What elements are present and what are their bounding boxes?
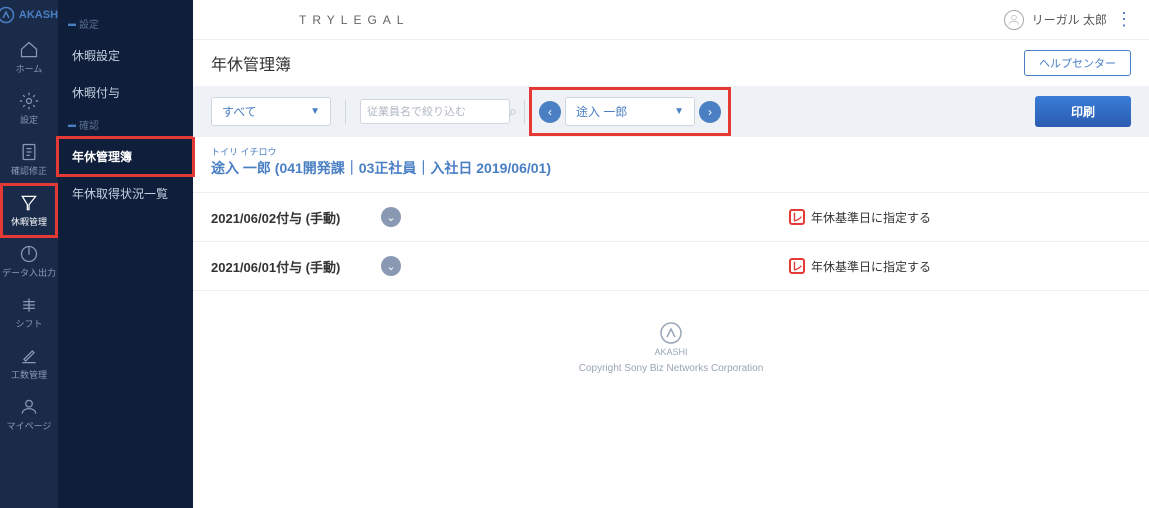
copyright: Copyright Sony Biz Networks Corporation (193, 363, 1149, 374)
edit-icon (19, 346, 39, 366)
nav-work-mgmt[interactable]: 工数管理 (0, 338, 58, 389)
sub-item-annual-leave-status[interactable]: 年休取得状況一覧 (58, 175, 193, 212)
shift-icon (19, 295, 39, 315)
expand-button[interactable]: ⌄ (381, 256, 401, 276)
sub-group-confirm-label: 確認 (58, 111, 193, 138)
employee-picker: ‹ 途入 一郎 ▼ › (539, 97, 721, 126)
expand-button[interactable]: ⌄ (381, 207, 401, 227)
sidebar-sub: 設定 休暇設定 休暇付与 確認 年休管理簿 年休取得状況一覧 (58, 0, 193, 508)
leave-icon (19, 193, 39, 213)
user-area[interactable]: リーガル 太郎 ⋮ (1004, 9, 1133, 30)
leave-record: 2021/06/01付与 (手動) ⌄ レ 年休基準日に指定する (193, 242, 1149, 291)
employee-detail: トイリ イチロウ 途入 一郎 (041開発課｜03正社員｜入社日 2019/06… (193, 137, 1149, 193)
sub-item-leave-grant[interactable]: 休暇付与 (58, 74, 193, 111)
next-employee-button[interactable]: › (699, 101, 721, 123)
scope-dropdown[interactable]: すべて ▼ (211, 97, 331, 126)
user-name: リーガル 太郎 (1032, 11, 1107, 28)
brand-logo: AKASHI (0, 0, 61, 32)
nav-data-io[interactable]: データ入出力 (0, 236, 58, 287)
separator (345, 100, 346, 124)
search-input[interactable] (367, 106, 509, 118)
nav-shift[interactable]: シフト (0, 287, 58, 338)
company-name: TRYLEGAL (299, 13, 409, 27)
filters-bar: すべて ▼ ⌕ ‹ 途入 一郎 ▼ › 印刷 (193, 86, 1149, 137)
flag-icon: レ (789, 258, 805, 274)
record-title: 2021/06/02付与 (手動) (211, 208, 381, 227)
footer-logo: AKASHI (193, 321, 1149, 357)
flag-icon: レ (789, 209, 805, 225)
nav-confirm-edit[interactable]: 確認修正 (0, 134, 58, 185)
separator (524, 100, 525, 124)
sub-item-annual-leave-book[interactable]: 年休管理簿 (58, 138, 193, 175)
record-title: 2021/06/01付与 (手動) (211, 257, 381, 276)
page-title: 年休管理簿 (211, 51, 291, 75)
employee-dropdown[interactable]: 途入 一郎 ▼ (565, 97, 695, 126)
main-content: TRYLEGAL リーガル 太郎 ⋮ 年休管理簿 ヘルプセンター すべて ▼ ⌕ (193, 0, 1149, 508)
chevron-down-icon: ▼ (674, 106, 684, 117)
set-base-date-button[interactable]: レ 年休基準日に指定する (789, 258, 931, 275)
power-icon (19, 244, 39, 264)
set-base-date-button[interactable]: レ 年休基準日に指定する (789, 209, 931, 226)
prev-employee-button[interactable]: ‹ (539, 101, 561, 123)
nav-settings[interactable]: 設定 (0, 83, 58, 134)
user-icon (19, 397, 39, 417)
employee-search[interactable]: ⌕ (360, 99, 510, 124)
chevron-down-icon: ▼ (310, 106, 320, 117)
document-icon (19, 142, 39, 162)
logo-icon (0, 6, 15, 24)
nav-home[interactable]: ホーム (0, 32, 58, 83)
leave-record: 2021/06/02付与 (手動) ⌄ レ 年休基準日に指定する (193, 193, 1149, 242)
home-icon (19, 40, 39, 60)
footer: AKASHI Copyright Sony Biz Networks Corpo… (193, 291, 1149, 404)
sub-item-leave-settings[interactable]: 休暇設定 (58, 37, 193, 74)
more-icon[interactable]: ⋮ (1115, 9, 1133, 30)
avatar-icon (1004, 10, 1024, 30)
sidebar-main: AKASHI ホーム 設定 確認修正 休暇管理 データ入出力 シフト (0, 0, 58, 508)
employee-headline: 途入 一郎 (041開発課｜03正社員｜入社日 2019/06/01) (211, 158, 1131, 178)
nav-mypage[interactable]: マイページ (0, 389, 58, 440)
sub-group-settings-label: 設定 (58, 10, 193, 37)
print-button[interactable]: 印刷 (1035, 96, 1131, 127)
nav-leave-mgmt[interactable]: 休暇管理 (0, 185, 58, 236)
logo-icon (659, 321, 683, 345)
gear-icon (19, 91, 39, 111)
page-header: 年休管理簿 ヘルプセンター (193, 40, 1149, 86)
topbar: TRYLEGAL リーガル 太郎 ⋮ (193, 0, 1149, 40)
employee-ruby: トイリ イチロウ (211, 145, 1131, 158)
help-center-button[interactable]: ヘルプセンター (1024, 50, 1131, 76)
search-icon[interactable]: ⌕ (509, 103, 517, 120)
